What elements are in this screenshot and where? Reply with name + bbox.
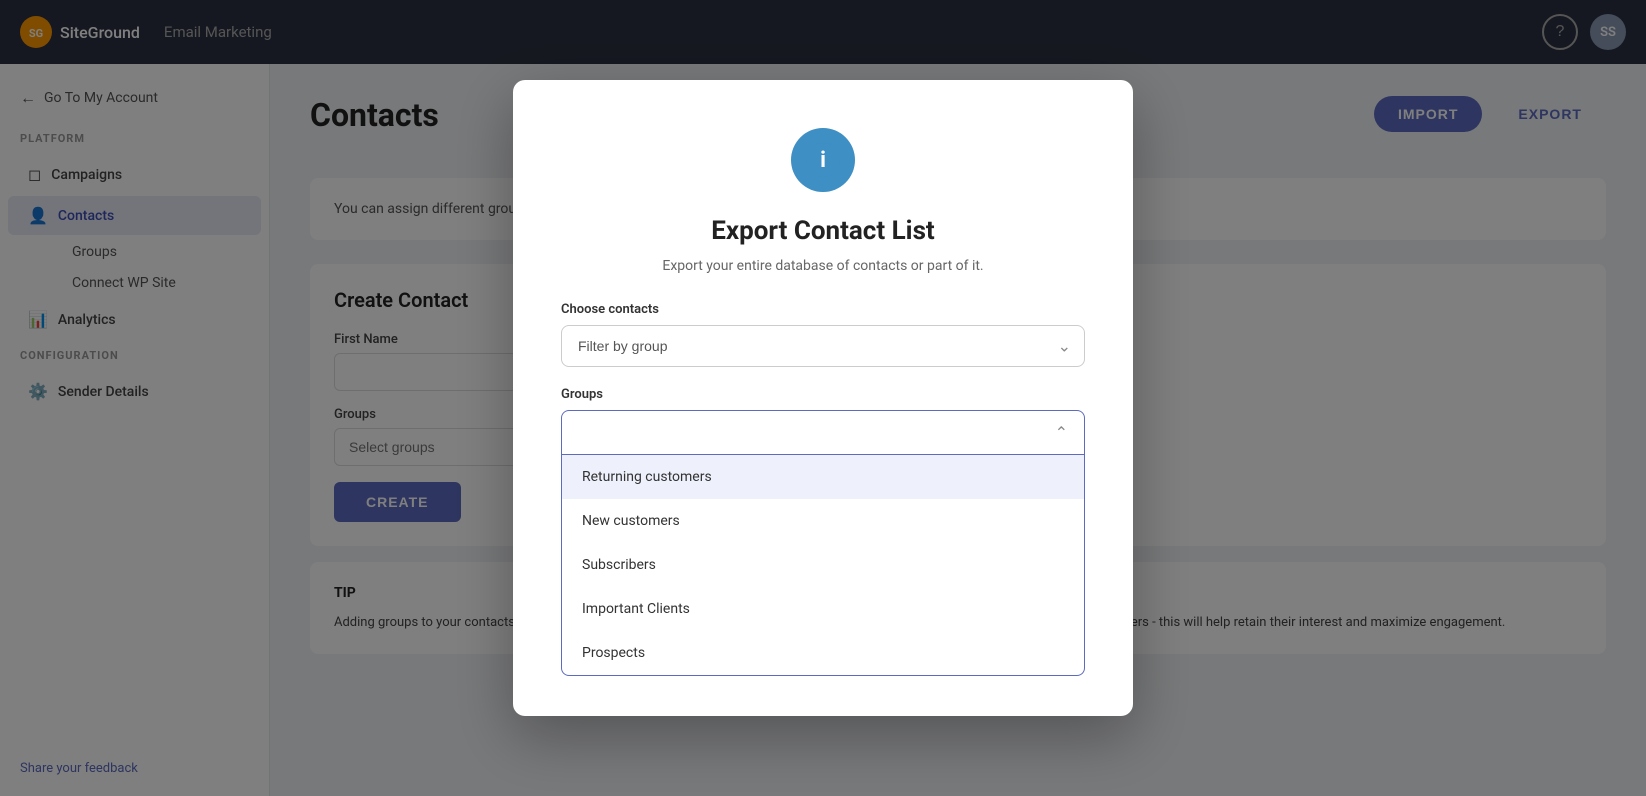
dropdown-item-prospects[interactable]: Prospects [562, 631, 1084, 675]
choose-contacts-label: Choose contacts [561, 302, 1085, 317]
groups-dropdown-list: Returning customers New customers Subscr… [561, 455, 1085, 676]
modal-icon-wrap: i [561, 128, 1085, 192]
groups-dropdown-wrap: ⌃ Returning customers New customers Subs… [561, 410, 1085, 676]
modal-info-icon: i [791, 128, 855, 192]
dropdown-item-new[interactable]: New customers [562, 499, 1084, 543]
dropdown-item-important[interactable]: Important Clients [562, 587, 1084, 631]
svg-text:i: i [820, 148, 826, 173]
dropdown-item-subscribers[interactable]: Subscribers [562, 543, 1084, 587]
choose-contacts-select-wrap: Filter by group ⌄ [561, 325, 1085, 367]
modal-overlay[interactable]: i Export Contact List Export your entire… [0, 0, 1646, 796]
modal-subtitle: Export your entire database of contacts … [561, 258, 1085, 274]
groups-up-arrow-icon: ⌃ [1055, 423, 1068, 442]
modal-title: Export Contact List [561, 216, 1085, 246]
choose-contacts-select[interactable]: Filter by group [561, 325, 1085, 367]
dropdown-item-returning[interactable]: Returning customers [562, 455, 1084, 499]
export-modal: i Export Contact List Export your entire… [513, 80, 1133, 716]
groups-modal-label: Groups [561, 387, 1085, 402]
groups-dropdown-trigger[interactable]: ⌃ [561, 410, 1085, 455]
